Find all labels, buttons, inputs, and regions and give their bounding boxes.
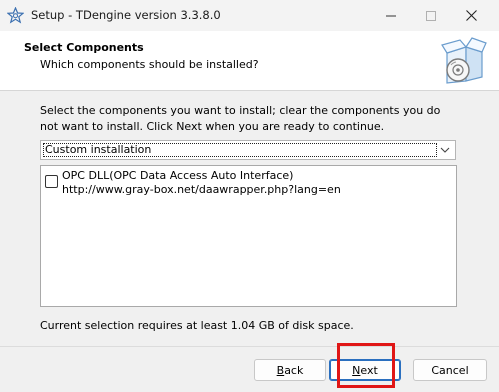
chevron-down-icon (440, 147, 450, 153)
next-button-highlight (337, 343, 395, 388)
install-type-value: Custom installation (43, 143, 437, 157)
install-type-dropdown[interactable]: Custom installation (40, 140, 456, 160)
minimize-icon (386, 15, 396, 16)
close-icon (465, 10, 477, 21)
instructions-text: Select the components you want to instal… (40, 104, 441, 133)
cancel-button[interactable]: Cancel (413, 359, 487, 381)
footer-divider (0, 346, 499, 347)
page-title: Select Components (24, 41, 144, 54)
component-checkbox[interactable] (45, 175, 58, 188)
install-box-disc-icon (441, 37, 487, 84)
window-title: Setup - TDengine version 3.3.8.0 (31, 8, 221, 22)
disk-space-text: Current selection requires at least 1.04… (40, 319, 354, 332)
back-button[interactable]: Back (254, 359, 326, 381)
app-icon (7, 7, 24, 24)
component-url: http://www.gray-box.net/daawrapper.php?l… (62, 183, 341, 196)
wizard-header: Select Components Which components shoul… (0, 31, 499, 91)
component-name: OPC DLL(OPC Data Access Auto Interface) (62, 169, 294, 182)
maximize-button[interactable] (411, 0, 451, 31)
maximize-icon (426, 10, 436, 21)
minimize-button[interactable] (371, 0, 411, 31)
title-bar: Setup - TDengine version 3.3.8.0 (0, 0, 499, 31)
components-list[interactable]: OPC DLL(OPC Data Access Auto Interface) … (40, 165, 457, 307)
page-subtitle: Which components should be installed? (40, 58, 259, 71)
close-button[interactable] (451, 0, 491, 31)
